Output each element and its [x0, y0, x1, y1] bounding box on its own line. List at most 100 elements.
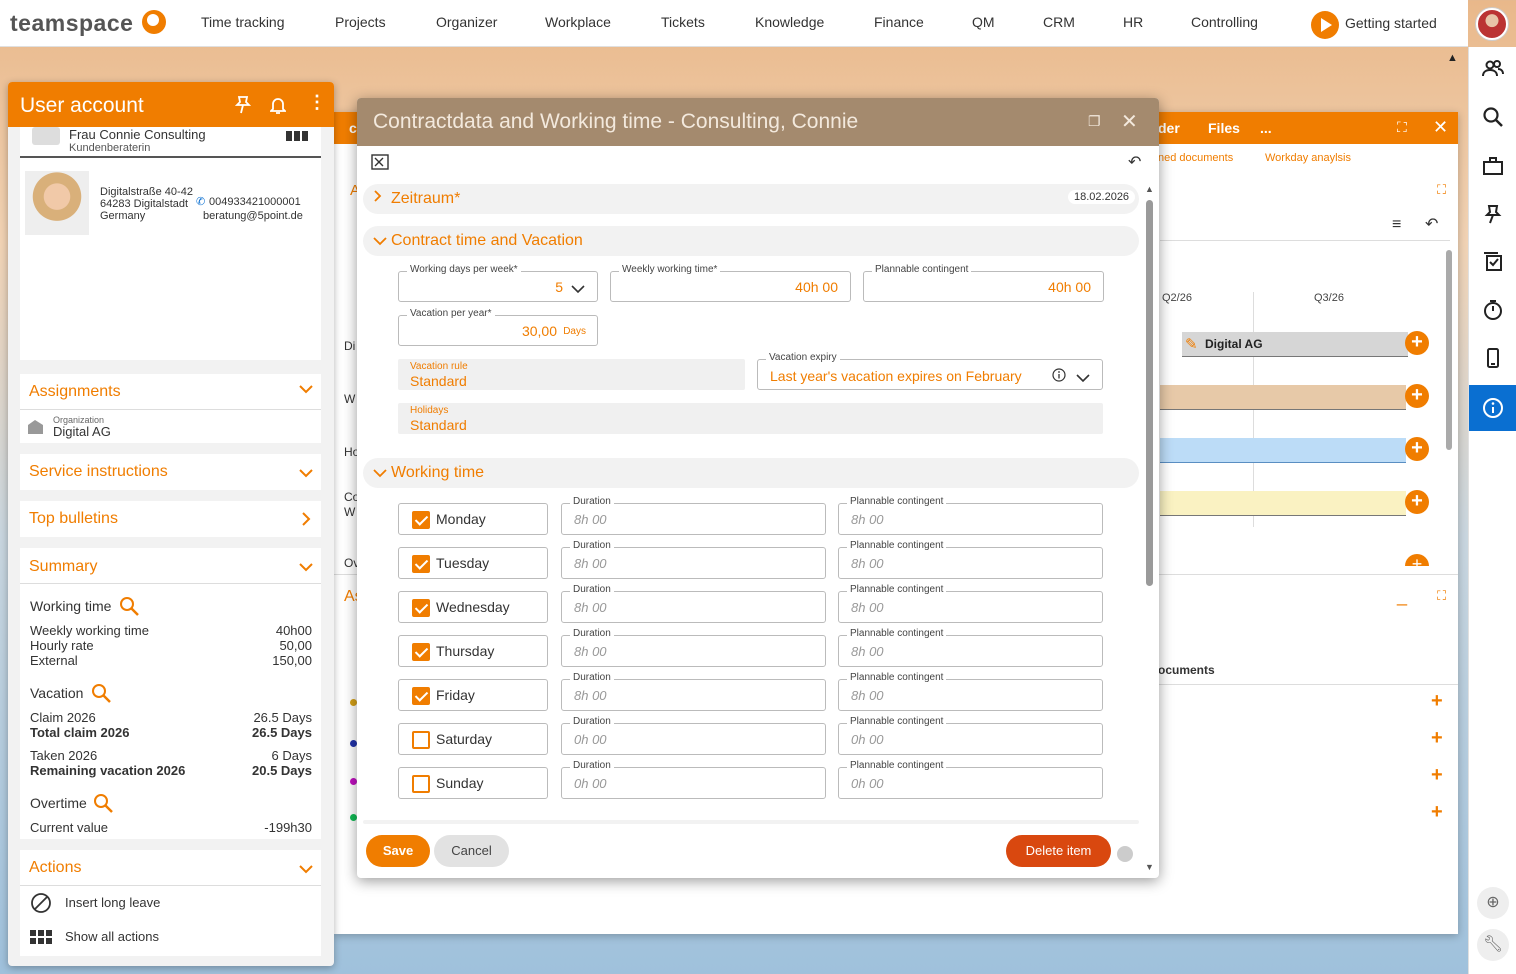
plannable-contingent-input[interactable]: Plannable contingent 40h 00 — [863, 264, 1104, 302]
chevron-down-icon[interactable] — [571, 281, 585, 299]
add-circle-icon[interactable]: ⊕ — [1477, 887, 1509, 919]
nav-knowledge[interactable]: Knowledge — [755, 14, 824, 30]
duration-input[interactable]: Duration 8h 00 — [561, 496, 826, 535]
duration-input[interactable]: Duration 0h 00 — [561, 760, 826, 799]
add-icon[interactable]: + — [1405, 331, 1429, 355]
close-icon[interactable]: ✕ — [1433, 117, 1448, 138]
day-contingent-input[interactable]: Plannable contingent 8h 00 — [838, 496, 1103, 535]
add-icon[interactable]: + — [1431, 801, 1443, 824]
add-icon[interactable]: + — [1431, 764, 1443, 787]
close-icon[interactable]: ✕ — [1121, 109, 1138, 134]
grid-icon[interactable] — [286, 131, 308, 141]
contract-section-header[interactable]: Contract time and Vacation — [363, 226, 1139, 256]
gantt-bar[interactable] — [1160, 438, 1406, 463]
section-title[interactable]: Assignments — [29, 383, 121, 401]
top-bulletins-section[interactable]: Top bulletins — [20, 501, 321, 537]
excel-export-icon[interactable] — [371, 154, 389, 175]
action-show-all[interactable]: Show all actions — [65, 929, 159, 944]
vacation-per-year-input[interactable]: Vacation per year* 30,00 Days — [398, 308, 598, 346]
contact-email[interactable]: beratung@5point.de — [203, 210, 303, 222]
nav-crm[interactable]: CRM — [1043, 14, 1075, 30]
briefcase-icon[interactable] — [1479, 155, 1507, 183]
section-title[interactable]: Actions — [29, 859, 81, 877]
people-icon[interactable] — [1479, 58, 1507, 86]
scrollbar[interactable] — [1446, 250, 1452, 450]
action-insert-long-leave[interactable]: Insert long leave — [65, 895, 160, 910]
duration-input[interactable]: Duration 8h 00 — [561, 584, 826, 623]
nav-workplace[interactable]: Workplace — [545, 14, 611, 30]
chevron-right-icon[interactable] — [373, 189, 383, 206]
save-button[interactable]: Save — [366, 835, 430, 867]
chevron-down-icon[interactable] — [1076, 370, 1090, 388]
checkbox-icon[interactable] — [412, 555, 430, 573]
bell-icon[interactable] — [268, 96, 288, 119]
cancel-button[interactable]: Cancel — [434, 835, 509, 867]
restore-icon[interactable]: ❐ — [1088, 113, 1101, 130]
edit-icon[interactable]: ✎ — [1185, 335, 1198, 353]
pin-icon[interactable] — [1479, 203, 1507, 231]
pin-icon[interactable] — [234, 96, 252, 119]
chevron-right-icon[interactable] — [300, 512, 312, 531]
working-days-select[interactable]: Working days per week* 5 — [398, 264, 598, 302]
nav-projects[interactable]: Projects — [335, 14, 386, 30]
undo-icon[interactable]: ↶ — [1128, 152, 1141, 172]
section-title[interactable]: Top bulletins — [29, 510, 118, 528]
day-contingent-input[interactable]: Plannable contingent 8h 00 — [838, 540, 1103, 579]
nav-organizer[interactable]: Organizer — [436, 14, 497, 30]
add-icon[interactable]: + — [1431, 727, 1443, 750]
minimize-icon[interactable]: _ — [1397, 586, 1407, 607]
filter-icon[interactable]: ≡ — [1392, 216, 1401, 234]
chevron-down-icon[interactable] — [299, 382, 313, 399]
undo-icon[interactable]: ↶ — [1425, 214, 1438, 234]
add-icon[interactable]: + — [1405, 490, 1429, 514]
user-avatar[interactable] — [1476, 8, 1508, 40]
bg-tab-files[interactable]: Files — [1208, 120, 1240, 136]
scroll-up-icon[interactable]: ▲ — [1145, 184, 1154, 194]
checkbox-icon[interactable] — [412, 599, 430, 617]
gantt-bar[interactable] — [1160, 385, 1406, 410]
duration-input[interactable]: Duration 8h 00 — [561, 672, 826, 711]
magnifier-icon[interactable] — [90, 682, 112, 709]
nav-finance[interactable]: Finance — [874, 14, 924, 30]
day-checkbox-monday[interactable]: Monday — [398, 503, 548, 535]
day-checkbox-saturday[interactable]: Saturday — [398, 723, 548, 755]
checkbox-icon[interactable] — [412, 687, 430, 705]
stopwatch-icon[interactable] — [1479, 299, 1507, 327]
scrollbar-thumb[interactable] — [1146, 200, 1153, 586]
gantt-bar[interactable] — [1160, 491, 1406, 516]
day-checkbox-tuesday[interactable]: Tuesday — [398, 547, 548, 579]
checkbox-icon[interactable] — [412, 511, 430, 529]
add-icon[interactable]: + — [1405, 554, 1429, 566]
org-value[interactable]: Digital AG — [53, 424, 111, 439]
day-contingent-input[interactable]: Plannable contingent 0h 00 — [838, 716, 1103, 755]
checklist-icon[interactable] — [1479, 251, 1507, 279]
weekly-working-time-input[interactable]: Weekly working time* 40h 00 — [610, 264, 851, 302]
maximize-icon[interactable]: ⛶ — [1397, 119, 1407, 136]
checkbox-icon[interactable] — [412, 775, 430, 793]
nav-qm[interactable]: QM — [972, 14, 995, 30]
chevron-down-icon[interactable] — [373, 465, 387, 481]
day-checkbox-thursday[interactable]: Thursday — [398, 635, 548, 667]
expand-icon[interactable]: ⛶ — [1437, 182, 1446, 198]
day-contingent-input[interactable]: Plannable contingent 0h 00 — [838, 760, 1103, 799]
teamspace-logo[interactable]: teamspace — [10, 10, 133, 37]
day-contingent-input[interactable]: Plannable contingent 8h 00 — [838, 584, 1103, 623]
bg-tab-folder[interactable]: der — [1158, 120, 1180, 136]
collapse-up-icon[interactable]: ▲ — [1447, 52, 1458, 64]
getting-started-link[interactable]: Getting started — [1345, 15, 1437, 31]
day-checkbox-sunday[interactable]: Sunday — [398, 767, 548, 799]
info-icon[interactable] — [1052, 368, 1066, 387]
nav-controlling[interactable]: Controlling — [1191, 14, 1258, 30]
scroll-down-icon[interactable]: ▼ — [1145, 862, 1154, 872]
bg-link-workday-analysis[interactable]: Workday anaylsis — [1265, 152, 1351, 164]
gantt-bar[interactable]: ✎ Digital AG — [1182, 332, 1408, 357]
more-vertical-icon[interactable]: ⋮ — [308, 92, 326, 113]
info-button[interactable] — [1469, 385, 1516, 431]
wrench-icon[interactable]: 🔧︎ — [1477, 929, 1509, 961]
duration-input[interactable]: Duration 0h 00 — [561, 716, 826, 755]
play-icon[interactable] — [1311, 11, 1339, 39]
mobile-icon[interactable] — [1479, 347, 1507, 375]
add-icon[interactable]: + — [1405, 437, 1429, 461]
add-icon[interactable]: + — [1431, 690, 1443, 713]
nav-hr[interactable]: HR — [1123, 14, 1143, 30]
